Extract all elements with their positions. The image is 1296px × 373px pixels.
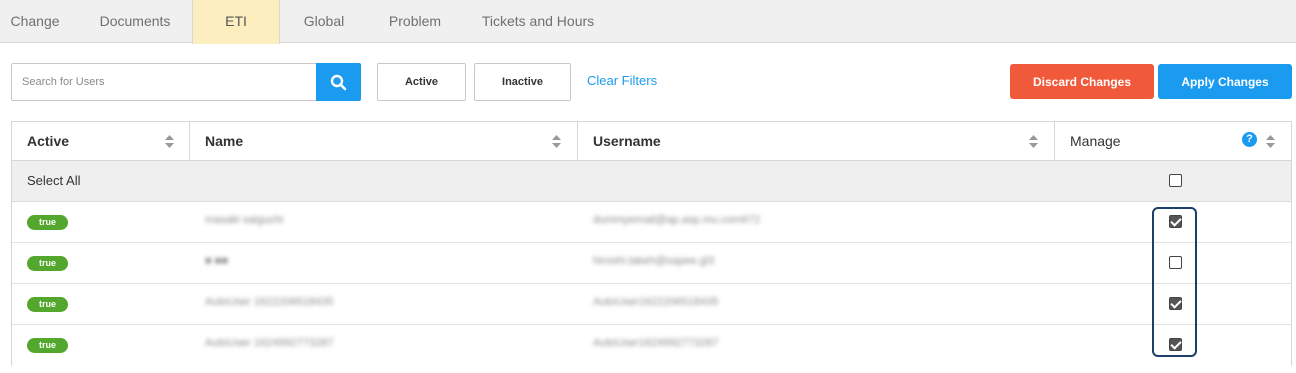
tab-tickets-and-hours[interactable]: Tickets and Hours: [472, 0, 604, 43]
username-cell: hiroshi.takeh@sapee.gl3: [578, 243, 878, 283]
column-header-manage[interactable]: Manage ?: [1055, 122, 1291, 161]
select-all-row: Select All: [12, 161, 1291, 202]
select-all-label: Select All: [27, 173, 81, 188]
user-name: AutoUser 1622206518435: [205, 296, 334, 308]
table-header: Active Name Username Manage ?: [12, 122, 1291, 161]
table-row: true AutoUser 1622206518435 AutoUser1622…: [12, 284, 1291, 325]
select-all-checkbox[interactable]: [1169, 174, 1182, 187]
name-cell: AutoUser 1624992773287: [190, 325, 578, 365]
status-badge: true: [27, 338, 68, 353]
sort-icon[interactable]: [1266, 135, 1275, 148]
tab-problem[interactable]: Problem: [376, 0, 454, 43]
clear-filters-link[interactable]: Clear Filters: [587, 73, 657, 88]
active-filter-button[interactable]: Active: [377, 63, 466, 101]
name-cell: AutoUser 1622206518435: [190, 284, 578, 324]
user-name: ■ ■■: [205, 255, 228, 267]
table-row: true AutoUser 1624992773287 AutoUser1624…: [12, 325, 1291, 366]
user-search: [11, 63, 361, 101]
status-badge: true: [27, 215, 68, 230]
username-cell: AutoUser1624992773287: [578, 325, 878, 365]
help-icon[interactable]: ?: [1242, 132, 1257, 147]
column-header-username[interactable]: Username: [578, 122, 1055, 161]
table-row: true ■ ■■ hiroshi.takeh@sapee.gl3: [12, 243, 1291, 284]
sort-icon[interactable]: [165, 135, 174, 148]
column-header-label: Name: [205, 133, 244, 149]
status-badge: true: [27, 297, 68, 312]
user-username: hiroshi.takeh@sapee.gl3: [593, 255, 715, 267]
sort-icon[interactable]: [552, 135, 561, 148]
tab-change[interactable]: Change: [0, 0, 70, 43]
manage-checkbox[interactable]: [1169, 338, 1182, 351]
discard-changes-button[interactable]: Discard Changes: [1010, 64, 1154, 99]
column-header-label: Active: [27, 133, 70, 149]
table-row: true masaki saiguchi dummyemail@ap.asp.m…: [12, 202, 1291, 243]
search-icon: [330, 74, 347, 91]
manage-checkbox[interactable]: [1169, 256, 1182, 269]
name-cell: masaki saiguchi: [190, 202, 578, 242]
sort-icon[interactable]: [1029, 135, 1038, 148]
manage-checkbox[interactable]: [1169, 297, 1182, 310]
users-table: Active Name Username Manage ? Select All…: [11, 121, 1292, 366]
search-button[interactable]: [316, 63, 361, 101]
user-username: dummyemail@ap.asp.mu.com672: [593, 214, 761, 226]
column-header-label: Username: [593, 133, 661, 149]
search-input[interactable]: [11, 63, 317, 101]
user-username: AutoUser1622206518435: [593, 296, 719, 308]
name-cell: ■ ■■: [190, 243, 578, 283]
apply-changes-button[interactable]: Apply Changes: [1158, 64, 1292, 99]
column-header-label: Manage: [1070, 133, 1121, 149]
tab-eti[interactable]: ETI: [192, 0, 280, 44]
username-cell: dummyemail@ap.asp.mu.com672: [578, 202, 878, 242]
column-header-name[interactable]: Name: [190, 122, 578, 161]
column-header-active[interactable]: Active: [12, 122, 190, 161]
manage-checkbox[interactable]: [1169, 215, 1182, 228]
status-badge: true: [27, 256, 68, 271]
tab-bar: Change Documents ETI Global Problem Tick…: [0, 0, 1296, 44]
username-cell: AutoUser1622206518435: [578, 284, 878, 324]
tab-global[interactable]: Global: [290, 0, 358, 43]
user-username: AutoUser1624992773287: [593, 337, 719, 349]
user-name: AutoUser 1624992773287: [205, 337, 334, 349]
inactive-filter-button[interactable]: Inactive: [474, 63, 571, 101]
tab-documents[interactable]: Documents: [85, 0, 185, 43]
user-name: masaki saiguchi: [205, 214, 284, 226]
